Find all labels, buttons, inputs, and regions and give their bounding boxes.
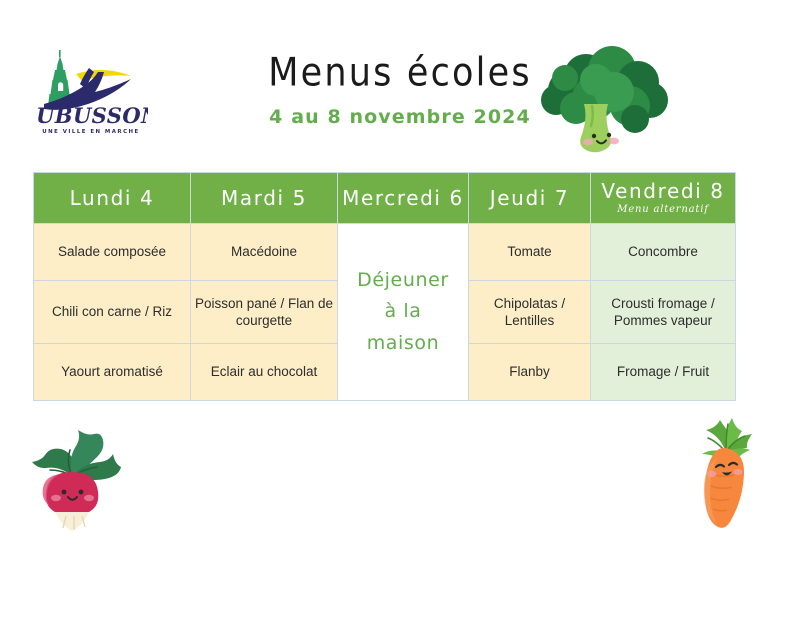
cell-vendredi-entree: Concombre	[590, 223, 736, 281]
logo-tagline: UNE VILLE EN MARCHE	[42, 129, 139, 135]
table-header-row: Lundi 4 Mardi 5 Mercredi 6 Jeudi 7 Vendr…	[33, 172, 736, 224]
menu-table: Lundi 4 Mardi 5 Mercredi 6 Jeudi 7 Vendr…	[33, 172, 736, 401]
column-header-mardi-label: Mardi 5	[221, 185, 307, 210]
column-header-mercredi-label: Mercredi 6	[342, 185, 464, 210]
column-header-lundi-label: Lundi 4	[69, 185, 155, 210]
radish-icon	[22, 424, 128, 532]
cell-vendredi-plat: Crousti fromage / Pommes vapeur	[590, 280, 736, 344]
menu-table-head: Lundi 4 Mardi 5 Mercredi 6 Jeudi 7 Vendr…	[33, 172, 736, 224]
cell-vendredi-dessert: Fromage / Fruit	[590, 343, 736, 401]
cell-lundi-plat: Chili con carne / Riz	[33, 280, 191, 344]
cell-mardi-entree: Macédoine	[190, 223, 338, 281]
cell-lundi-dessert: Yaourt aromatisé	[33, 343, 191, 401]
cell-jeudi-plat: Chipolatas / Lentilles	[468, 280, 591, 344]
cell-mardi-plat: Poisson pané / Flan de courgette	[190, 280, 338, 344]
page-title: Menus écoles	[268, 50, 532, 96]
cell-mercredi-line-2: à la	[384, 300, 422, 323]
column-header-vendredi-note: Menu alternatif	[617, 204, 709, 215]
cell-mercredi-line-1: Déjeuner	[357, 268, 449, 291]
column-header-mercredi: Mercredi 6	[337, 172, 469, 224]
cell-jeudi-dessert: Flanby	[468, 343, 591, 401]
column-header-lundi: Lundi 4	[33, 172, 191, 224]
title-block: Menus écoles 4 au 8 novembre 2024	[215, 52, 585, 127]
cell-mercredi-line-3: maison	[366, 331, 440, 354]
aubusson-logo: AUBUSSON UNE VILLE EN MARCHE	[36, 44, 148, 136]
logo-graphic: AUBUSSON UNE VILLE EN MARCHE	[36, 50, 148, 135]
cell-jeudi-entree: Tomate	[468, 223, 591, 281]
cell-mercredi-home: Déjeuner à la maison	[337, 223, 469, 401]
column-header-vendredi-label: Vendredi 8	[601, 179, 725, 203]
column-header-vendredi: Vendredi 8 Menu alternatif	[590, 172, 736, 224]
carrot-icon	[676, 408, 774, 530]
page-header: AUBUSSON UNE VILLE EN MARCHE Menus école…	[0, 0, 800, 165]
column-header-jeudi-label: Jeudi 7	[489, 185, 570, 210]
menu-table-body: Salade composée Macédoine Déjeuner à la …	[33, 223, 736, 401]
cell-mardi-dessert: Eclair au chocolat	[190, 343, 338, 401]
page-subtitle: 4 au 8 novembre 2024	[269, 105, 531, 128]
column-header-jeudi: Jeudi 7	[468, 172, 591, 224]
cell-lundi-entree: Salade composée	[33, 223, 191, 281]
logo-window-icon	[58, 82, 64, 91]
table-row: Salade composée Macédoine Déjeuner à la …	[33, 223, 736, 401]
menu-table-container: Lundi 4 Mardi 5 Mercredi 6 Jeudi 7 Vendr…	[33, 172, 736, 401]
logo-wordmark: AUBUSSON	[36, 103, 148, 128]
broccoli-icon	[532, 42, 684, 157]
column-header-mardi: Mardi 5	[190, 172, 338, 224]
